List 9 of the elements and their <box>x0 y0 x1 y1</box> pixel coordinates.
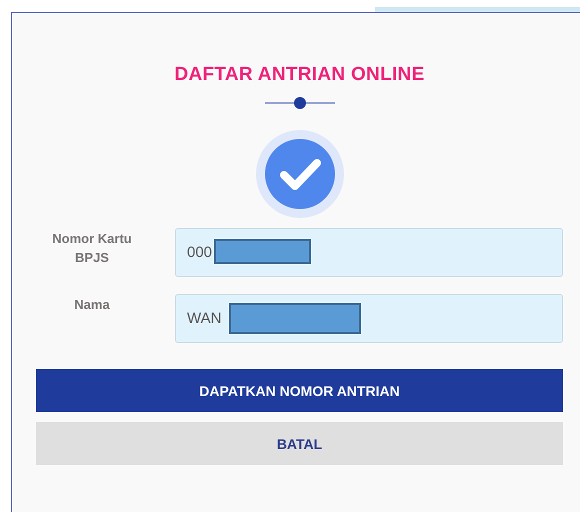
submit-button[interactable]: DAPATKAN NOMOR ANTRIAN <box>36 369 563 412</box>
checkmark-icon <box>254 129 344 219</box>
form-title: DAFTAR ANTRIAN ONLINE <box>174 63 425 87</box>
input-field[interactable]: 000 <box>175 228 563 277</box>
input-field[interactable]: WAN <box>175 294 563 343</box>
field-label: Nomor Kartu BPJS <box>51 230 133 267</box>
divider-dot-icon <box>264 96 334 110</box>
field-label: Nama <box>73 296 111 314</box>
cancel-button[interactable]: BATAL <box>36 422 563 465</box>
